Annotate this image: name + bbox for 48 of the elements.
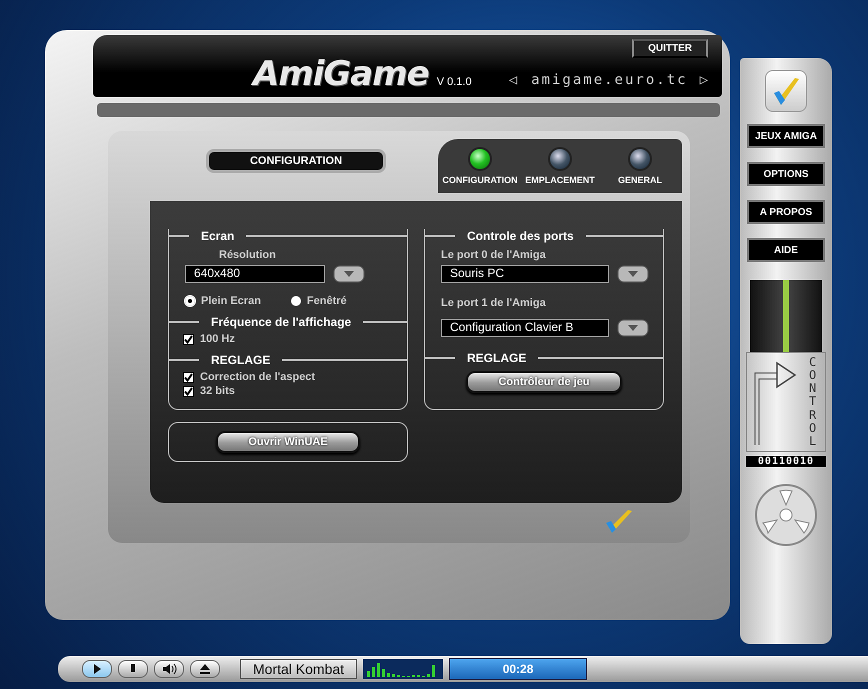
- checkbox-label: Correction de l'aspect: [200, 371, 316, 383]
- group-title: Controle des ports: [466, 229, 575, 243]
- page-title: CONFIGURATION: [206, 149, 386, 173]
- section-title: REGLAGE: [210, 353, 272, 367]
- website-link[interactable]: amigame.euro.tc: [531, 72, 688, 88]
- radiation-icon[interactable]: [754, 483, 818, 547]
- radio-label: Fenêtré: [306, 295, 347, 307]
- checkbox-label: 32 bits: [200, 385, 235, 397]
- version-label: V 0.1.0: [436, 76, 472, 88]
- checkbox[interactable]: [183, 372, 194, 382]
- checkmark-logo-icon: [604, 509, 634, 535]
- menu-button[interactable]: OPTIONS: [747, 162, 825, 186]
- tube-drawing: [750, 280, 822, 352]
- group-title: Ecran: [200, 229, 236, 243]
- time-display: 00:28: [449, 658, 588, 680]
- section-title: REGLAGE: [466, 351, 528, 365]
- radio-button[interactable]: [185, 296, 195, 306]
- checkbox-label: 100 Hz: [200, 333, 235, 345]
- field-label: Le port 1 de l'Amiga: [441, 297, 547, 309]
- radio-button[interactable]: [290, 296, 301, 306]
- volume-icon: [161, 661, 177, 677]
- resolution-dropdown[interactable]: 640x480: [185, 265, 325, 283]
- next-link[interactable]: ▷: [700, 72, 710, 88]
- port-dropdown[interactable]: Souris PC: [441, 265, 609, 283]
- tab[interactable]: CONFIGURATION: [442, 147, 518, 193]
- checkbox[interactable]: [183, 334, 194, 344]
- menu-button[interactable]: A PROPOS: [747, 200, 825, 224]
- port-dropdown[interactable]: Configuration Clavier B: [441, 319, 609, 337]
- quit-button[interactable]: QUITTER: [632, 39, 708, 58]
- tab[interactable]: EMPLACEMENT: [522, 147, 598, 193]
- checkmark-logo-icon[interactable]: [765, 70, 807, 112]
- tab[interactable]: GENERAL: [602, 147, 678, 193]
- player-button[interactable]: [154, 660, 184, 678]
- track-title: Mortal Kombat: [240, 659, 358, 679]
- binary-label: 00110010: [746, 456, 826, 467]
- player-button[interactable]: [190, 660, 220, 678]
- player-button[interactable]: [82, 660, 112, 678]
- section-title: Fréquence de l'affichage: [210, 315, 352, 329]
- player-button[interactable]: [118, 660, 148, 678]
- app-logo: AmiGame: [253, 57, 429, 91]
- control-label: CONTROL: [809, 356, 818, 448]
- field-label: Résolution: [219, 249, 277, 261]
- previous-link[interactable]: ◁: [508, 72, 520, 88]
- menu-button[interactable]: AIDE: [747, 238, 825, 262]
- field-label: Le port 0 de l'Amiga: [441, 249, 547, 261]
- radio-label: Plein Ecran: [201, 295, 261, 307]
- checkbox[interactable]: [183, 386, 194, 396]
- menu-button[interactable]: JEUX AMIGA: [747, 124, 825, 148]
